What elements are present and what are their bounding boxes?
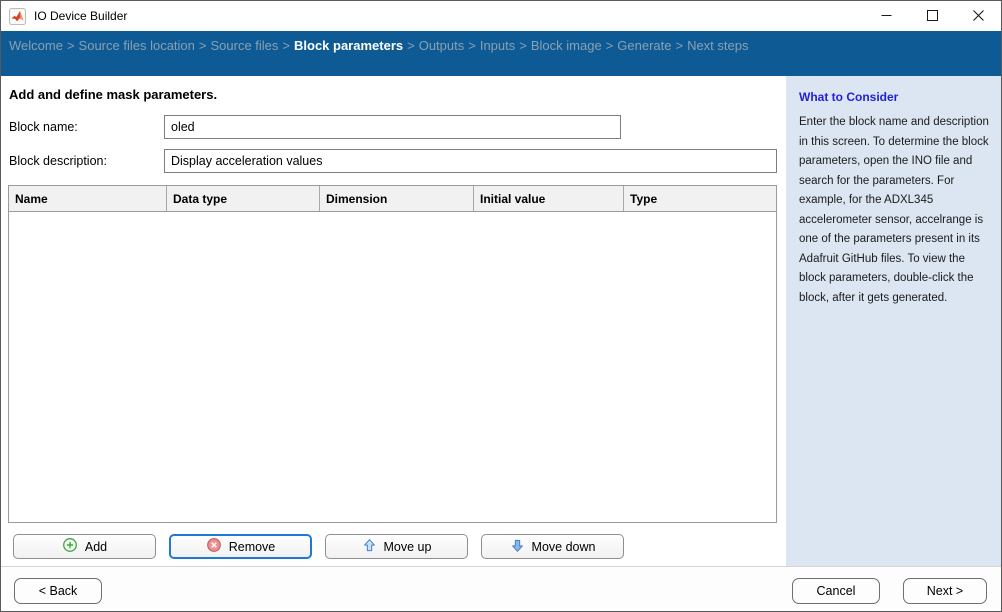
add-button-label: Add: [85, 540, 107, 554]
maximize-icon: [927, 9, 938, 24]
arrow-up-icon: [362, 538, 377, 556]
block-description-row: Block description:: [9, 149, 786, 173]
block-name-row: Block name:: [9, 115, 786, 139]
window-controls: [863, 1, 1001, 31]
move-up-button[interactable]: Move up: [325, 534, 468, 559]
close-icon: [973, 9, 984, 24]
window-title: IO Device Builder: [34, 9, 127, 23]
maximize-button[interactable]: [909, 1, 955, 31]
move-down-button-label: Move down: [532, 540, 596, 554]
block-name-input[interactable]: [164, 115, 621, 139]
footer: < Back Cancel Next >: [1, 566, 1001, 611]
parameters-table-header: Name Data type Dimension Initial value T…: [9, 186, 776, 212]
breadcrumb-item-outputs: Outputs: [419, 38, 465, 53]
parameters-table: Name Data type Dimension Initial value T…: [8, 185, 777, 523]
column-header-dimension: Dimension: [320, 186, 474, 211]
breadcrumb-item-source-files-location: Source files location: [79, 38, 195, 53]
io-device-builder-window: IO Device Builder Welcome > Source files l…: [0, 0, 1002, 612]
minimize-button[interactable]: [863, 1, 909, 31]
matlab-icon: [9, 8, 26, 25]
breadcrumb-item-block-parameters: Block parameters: [294, 38, 403, 53]
close-button[interactable]: [955, 1, 1001, 31]
block-description-input[interactable]: [164, 149, 777, 173]
sidebar-help-text: Enter the block name and description in …: [799, 113, 992, 308]
breadcrumb-separator: >: [407, 38, 415, 53]
column-header-initial-value: Initial value: [474, 186, 624, 211]
titlebar: IO Device Builder: [1, 1, 1001, 31]
column-header-data-type: Data type: [167, 186, 320, 211]
back-button[interactable]: < Back: [14, 578, 102, 604]
minimize-icon: [881, 9, 892, 24]
sidebar-title: What to Consider: [799, 90, 992, 104]
move-down-button[interactable]: Move down: [481, 534, 624, 559]
remove-button[interactable]: Remove: [169, 534, 312, 559]
breadcrumb-separator: >: [199, 38, 207, 53]
parameters-table-body: [9, 212, 776, 522]
breadcrumb-item-block-image: Block image: [531, 38, 602, 53]
breadcrumb-item-source-files: Source files: [210, 38, 278, 53]
breadcrumb-item-welcome: Welcome: [9, 38, 63, 53]
arrow-down-icon: [510, 538, 525, 556]
breadcrumb-item-generate: Generate: [617, 38, 671, 53]
remove-button-label: Remove: [229, 540, 276, 554]
add-button[interactable]: Add: [13, 534, 156, 559]
breadcrumb-separator: >: [519, 38, 527, 53]
move-up-button-label: Move up: [384, 540, 432, 554]
block-name-label: Block name:: [9, 120, 164, 134]
next-button[interactable]: Next >: [903, 578, 987, 604]
breadcrumb-separator: >: [468, 38, 476, 53]
column-header-name: Name: [9, 186, 167, 211]
breadcrumb-separator: >: [675, 38, 683, 53]
breadcrumb: Welcome>Source files location>Source fil…: [1, 31, 1001, 76]
breadcrumb-separator: >: [606, 38, 614, 53]
table-toolbar: Add Remove: [13, 534, 786, 559]
column-header-type: Type: [624, 186, 776, 211]
breadcrumb-separator: >: [67, 38, 75, 53]
body: Add and define mask parameters. Block na…: [1, 76, 1001, 566]
block-description-label: Block description:: [9, 154, 164, 168]
main-panel: Add and define mask parameters. Block na…: [1, 76, 786, 566]
breadcrumb-item-next-steps: Next steps: [687, 38, 748, 53]
breadcrumb-separator: >: [282, 38, 290, 53]
help-sidebar: What to Consider Enter the block name an…: [786, 76, 1001, 566]
plus-circle-icon: [62, 537, 78, 556]
page-title: Add and define mask parameters.: [9, 87, 786, 102]
cross-circle-icon: [206, 537, 222, 556]
breadcrumb-item-inputs: Inputs: [480, 38, 515, 53]
cancel-button[interactable]: Cancel: [792, 578, 880, 604]
